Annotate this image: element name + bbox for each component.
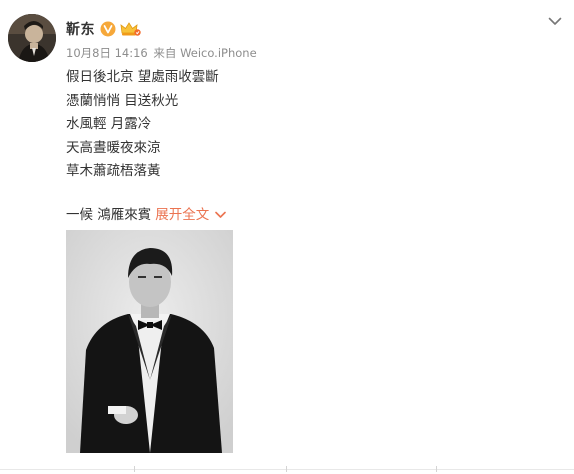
weibo-post-card: 靳东 10月8日 14:16 来自 Weico.iPhone 假日後北京 望處雨… bbox=[0, 0, 574, 474]
post-line: 憑蘭悄悄 目送秋光 bbox=[66, 92, 179, 109]
post-meta: 10月8日 14:16 来自 Weico.iPhone bbox=[66, 45, 257, 61]
post-line: 水風輕 月露冷 bbox=[66, 116, 152, 132]
truncated-line: 一候 鴻雁來賓 bbox=[66, 206, 152, 223]
post-line: 草木蕭疏梧落黃 bbox=[66, 163, 161, 179]
truncated-row: 一候 鴻雁來賓 展开全文 bbox=[66, 204, 546, 227]
post-line: 天高晝暖夜來涼 bbox=[66, 139, 161, 156]
post-time[interactable]: 10月8日 14:16 bbox=[66, 46, 148, 60]
expand-full-text-link[interactable]: 展开全文 bbox=[155, 204, 227, 227]
post-header: 靳东 bbox=[66, 17, 141, 41]
vip-member-icon[interactable] bbox=[119, 21, 141, 37]
action-bar-separator bbox=[134, 466, 135, 472]
post-menu-button[interactable] bbox=[546, 12, 564, 30]
author-avatar[interactable] bbox=[8, 14, 56, 62]
post-image[interactable] bbox=[66, 230, 233, 453]
action-bar-separator bbox=[436, 466, 437, 472]
action-bar-separator bbox=[286, 466, 287, 472]
verified-v-icon[interactable] bbox=[100, 21, 116, 37]
avatar-photo-icon bbox=[8, 14, 56, 62]
chevron-down-icon bbox=[548, 17, 562, 25]
author-name[interactable]: 靳东 bbox=[66, 19, 95, 39]
chevron-down-icon bbox=[215, 211, 227, 218]
post-source[interactable]: Weico.iPhone bbox=[180, 46, 257, 60]
post-text: 假日後北京 望處雨收雲斷 憑蘭悄悄 目送秋光 水風輕 月露冷 天高晝暖夜來涼 草… bbox=[66, 66, 546, 227]
source-prefix: 来自 bbox=[153, 46, 177, 60]
post-line: 假日後北京 望處雨收雲斷 bbox=[66, 69, 219, 85]
portrait-photo-icon bbox=[66, 230, 233, 453]
expand-label: 展开全文 bbox=[155, 206, 210, 223]
divider bbox=[0, 469, 574, 470]
